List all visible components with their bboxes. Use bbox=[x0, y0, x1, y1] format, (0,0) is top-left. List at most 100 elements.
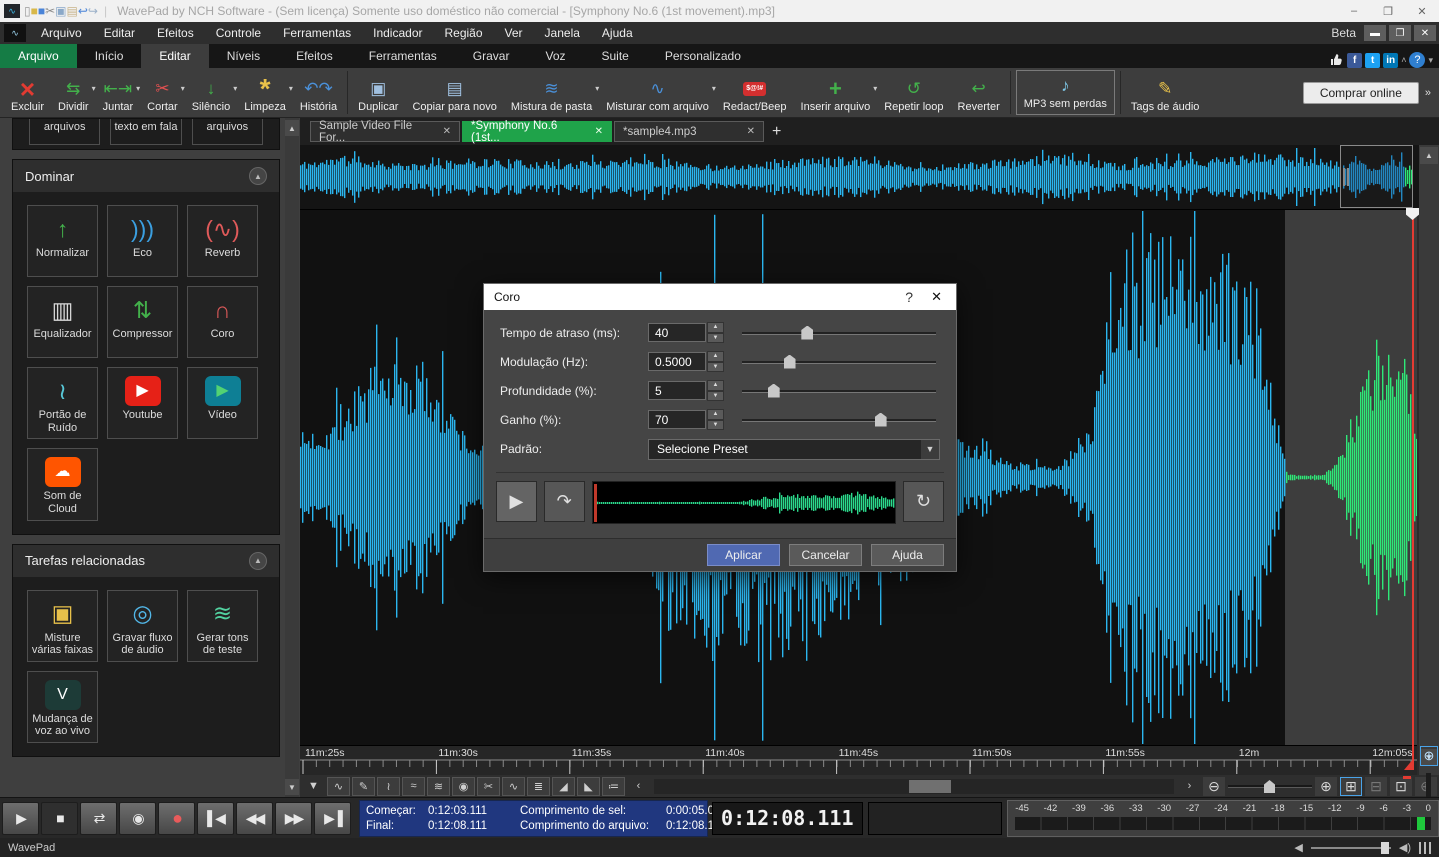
hscroll-thumb[interactable] bbox=[909, 780, 951, 793]
thumbs-up-icon[interactable] bbox=[1330, 53, 1344, 67]
next-button[interactable]: ▶▐ bbox=[314, 802, 351, 835]
dialog-close-icon[interactable]: ✕ bbox=[927, 289, 946, 305]
ribbon-tab-início[interactable]: Início bbox=[77, 44, 142, 68]
mute-icon[interactable]: ◀ bbox=[1294, 841, 1302, 854]
chevron-down-icon[interactable]: ▾ bbox=[1428, 55, 1433, 66]
bookmark-list-tool-icon[interactable]: ≔ bbox=[602, 777, 625, 796]
play-button[interactable]: ▶ bbox=[2, 802, 39, 835]
menu-item-arquivo[interactable]: Arquivo bbox=[30, 22, 93, 44]
sidebar-item-vídeo[interactable]: ▶Vídeo bbox=[187, 367, 258, 439]
gain-slider[interactable] bbox=[742, 412, 940, 428]
menu-item-controle[interactable]: Controle bbox=[205, 22, 272, 44]
volume-thumb[interactable] bbox=[1381, 842, 1389, 854]
hscroll-left-icon[interactable]: ‹ bbox=[627, 777, 650, 796]
sidebar-item-gravar-fluxo-de-áudio[interactable]: ◎Gravar fluxo de áudio bbox=[107, 590, 178, 662]
vertical-zoom-in-button[interactable]: ⊕ bbox=[1420, 746, 1438, 766]
delay-slider[interactable] bbox=[742, 325, 940, 341]
sidebar-item-gerar-tons-de-teste[interactable]: ≋Gerar tons de teste bbox=[187, 590, 258, 662]
gain-input[interactable]: 70 bbox=[648, 410, 706, 429]
paste-icon[interactable]: ▤ bbox=[67, 4, 78, 18]
gain-stepper[interactable]: ▲▼ bbox=[707, 409, 724, 430]
mp3-lossless-button[interactable]: ♪MP3 sem perdas bbox=[1016, 70, 1115, 115]
channel-lr-tool-icon[interactable]: ≈ bbox=[402, 777, 425, 796]
help-button[interactable]: Ajuda bbox=[871, 544, 944, 566]
ribbon-tab-editar[interactable]: Editar bbox=[141, 44, 208, 68]
silence-button[interactable]: ↓Silêncio▾ bbox=[185, 68, 238, 117]
close-tab-icon[interactable]: ✕ bbox=[747, 126, 755, 137]
timeline-ruler[interactable]: 11m:25s11m:30s11m:35s11m:40s11m:45s11m:5… bbox=[300, 745, 1417, 775]
viewport-handles[interactable] bbox=[1343, 168, 1349, 186]
zoom-in-icon[interactable]: ⊕ bbox=[1315, 777, 1337, 796]
new-tab-button[interactable]: + bbox=[766, 123, 787, 141]
duplicate-button[interactable]: ▣Duplicar bbox=[351, 68, 405, 117]
ribbon-tab-gravar[interactable]: Gravar bbox=[455, 44, 528, 68]
record-button[interactable]: ● bbox=[158, 802, 195, 835]
section-header[interactable]: Dominar▲ bbox=[13, 160, 279, 192]
menu-item-ajuda[interactable]: Ajuda bbox=[591, 22, 644, 44]
fade-in-tool-icon[interactable]: ◢ bbox=[552, 777, 575, 796]
ribbon-tab-suite[interactable]: Suite bbox=[584, 44, 647, 68]
toolbar-overflow-icon[interactable]: » bbox=[1425, 87, 1431, 99]
sidebar-item-coro[interactable]: ∩Coro bbox=[187, 286, 258, 358]
menu-item-região[interactable]: Região bbox=[434, 22, 494, 44]
menu-item-ferramentas[interactable]: Ferramentas bbox=[272, 22, 362, 44]
sidebar-item-youtube[interactable]: ▶Youtube bbox=[107, 367, 178, 439]
scroll-down-icon[interactable]: ▼ bbox=[285, 779, 299, 795]
zoom-slider[interactable] bbox=[1228, 779, 1312, 793]
document-tab-1[interactable]: *Symphony No.6 (1st...✕ bbox=[462, 121, 612, 142]
copy-to-new-button[interactable]: ▤Copiar para novo bbox=[405, 68, 503, 117]
zoom-fit-icon[interactable]: ⊞ bbox=[1340, 777, 1362, 796]
menu-item-editar[interactable]: Editar bbox=[93, 22, 146, 44]
modulation-input[interactable]: 0.5000 bbox=[648, 352, 706, 371]
sidebar-clipped-item[interactable]: arquivos bbox=[192, 119, 263, 145]
menu-item-indicador[interactable]: Indicador bbox=[362, 22, 433, 44]
sidebar-item-eco[interactable]: )))Eco bbox=[107, 205, 178, 277]
restore-icon[interactable]: ❐ bbox=[1371, 5, 1405, 18]
cleanup-button[interactable]: *Limpeza▾ bbox=[237, 68, 293, 117]
preview-play-button[interactable]: ▶ bbox=[496, 481, 537, 522]
close-tab-icon[interactable]: ✕ bbox=[595, 126, 603, 137]
sidebar-scrollbar[interactable]: ▲ ▼ bbox=[285, 118, 299, 797]
buy-online-button[interactable]: Comprar online bbox=[1303, 82, 1419, 104]
close-icon[interactable]: ✕ bbox=[1405, 5, 1439, 18]
loop-button[interactable]: ⇄ bbox=[80, 802, 117, 835]
preview-loop-button[interactable]: ↷ bbox=[544, 481, 585, 522]
document-tab-0[interactable]: Sample Video File For...✕ bbox=[310, 121, 460, 142]
hscroll-right-icon[interactable]: › bbox=[1178, 777, 1201, 796]
menubar-close-icon[interactable]: ✕ bbox=[1414, 25, 1436, 41]
menu-item-janela[interactable]: Janela bbox=[534, 22, 591, 44]
sidebar-item-equalizador[interactable]: ▥Equalizador bbox=[27, 286, 98, 358]
undo-icon[interactable]: ↩ bbox=[78, 4, 88, 18]
history-button[interactable]: ↶↷História bbox=[293, 68, 344, 117]
ribbon-tab-voz[interactable]: Voz bbox=[527, 44, 583, 68]
speaker-icon[interactable]: ◀) bbox=[1399, 841, 1411, 854]
ribbon-tab-personalizado[interactable]: Personalizado bbox=[647, 44, 759, 68]
close-tab-icon[interactable]: ✕ bbox=[443, 126, 451, 137]
sidebar-clipped-item[interactable]: arquivos bbox=[29, 119, 100, 145]
sidebar-item-som-de-cloud[interactable]: ☁Som de Cloud bbox=[27, 448, 98, 520]
facebook-icon[interactable]: f bbox=[1347, 53, 1362, 68]
stop-button[interactable]: ■ bbox=[41, 802, 78, 835]
insert-file-button[interactable]: +Inserir arquivo▾ bbox=[794, 68, 878, 117]
ribbon-tab-efeitos[interactable]: Efeitos bbox=[278, 44, 351, 68]
redo-icon[interactable]: ↪ bbox=[88, 4, 98, 18]
collapse-tools-icon[interactable]: ▼ bbox=[302, 777, 325, 796]
apply-button[interactable]: Aplicar bbox=[707, 544, 780, 566]
preset-dropdown[interactable]: Selecione Preset ▼ bbox=[648, 439, 940, 460]
volume-slider[interactable] bbox=[1311, 842, 1391, 854]
preview-reset-button[interactable]: ↻ bbox=[903, 481, 944, 522]
new-file-icon[interactable]: ▯ bbox=[24, 4, 31, 18]
join-button[interactable]: ⇤⇥Juntar▾ bbox=[96, 68, 141, 117]
select-region-tool-icon[interactable]: ∿ bbox=[327, 777, 350, 796]
vscroll-up-icon[interactable]: ▲ bbox=[1420, 147, 1438, 164]
modulation-slider[interactable] bbox=[742, 354, 940, 370]
mixer-icon[interactable] bbox=[1419, 842, 1431, 854]
modulation-stepper[interactable]: ▲▼ bbox=[707, 351, 724, 372]
dialog-help-icon[interactable]: ? bbox=[891, 289, 927, 305]
minimize-icon[interactable]: – bbox=[1337, 5, 1371, 18]
overview-strip[interactable] bbox=[300, 145, 1439, 210]
sidebar-item-mudança-de-voz-ao-vivo[interactable]: VMudança de voz ao vivo bbox=[27, 671, 98, 743]
prev-button[interactable]: ▌◀ bbox=[197, 802, 234, 835]
scrub-tool-icon[interactable]: ≀ bbox=[377, 777, 400, 796]
redact-beep-button[interactable]: $@!#Redact/Beep bbox=[716, 68, 794, 117]
